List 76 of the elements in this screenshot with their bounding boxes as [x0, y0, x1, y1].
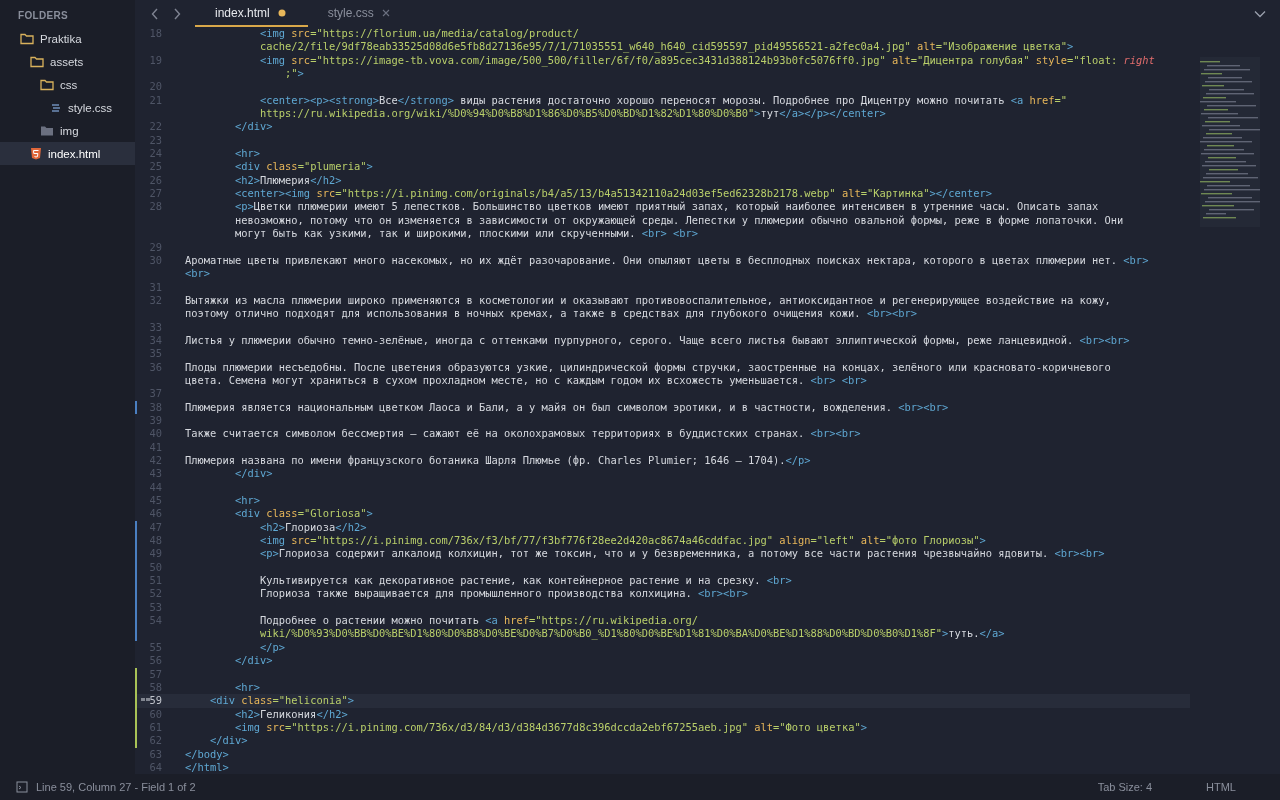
- code-line: цвета. Семена могут храниться в сухом прохладном месте, но с каждым годом их всхожесть уменьшается. <br> <br>: [185, 373, 867, 388]
- tree-label: css: [60, 78, 78, 91]
- code-line: </div>: [209, 734, 248, 748]
- code-line: Также считается символом бессмертия — сажают её на околохрамовых территориях в буддистских странах. <br><br>: [185, 427, 861, 441]
- file-tab[interactable]: style.css: [307, 0, 412, 27]
- code-line: Ароматные цветы привлекают много насекомых, но их ждёт разочарование. Они опыляют цветы в бесплодных поисках нектара, которого в цветах плюмерии нет. <br>: [185, 253, 1149, 268]
- folder-icon: [40, 124, 54, 137]
- code-line: https://ru.wikipedia.org/wiki/%D0%94%D0%B8%D1%86%D0%B5%D0%BD%D1%82%D1%80%D0%B0">тут</a></p></center>: [259, 107, 886, 121]
- cursor-position: Line 59, Column 27 - Field 1 of 2: [36, 781, 196, 793]
- code-line: <h2>Геликония</h2>: [234, 707, 348, 721]
- code-line: <center><p><strong>Все</strong> виды растения достаточно хорошо переносят морозы. Подробнее про Дицентру можно почитать <a href=": [259, 93, 1068, 108]
- code-line: Плоды плюмерии несъедобны. После цветения образуются узкие, цилиндрической формы стручки, заостренные на концах, зелёного или красновато-коричневого: [185, 360, 1111, 374]
- code-line: </div>: [234, 654, 273, 668]
- line-number: 59: [149, 694, 162, 708]
- folder-icon: [40, 78, 54, 91]
- code-line: </div>: [234, 120, 273, 134]
- back-icon[interactable]: [151, 7, 159, 20]
- tab-label: index.html: [215, 5, 270, 20]
- code-line: wiki/%D0%93%D0%BB%D0%BE%D1%80%D0%B8%D0%BE%D0%B7%D0%B0_%D1%80%D0%BE%D1%81%D0%BA%D0%BE%D1%88%D0%BD%D0%B0%D1%8F">туть.</a>: [259, 627, 1005, 641]
- code-line: </p>: [259, 640, 286, 655]
- tree-label: img: [60, 124, 79, 137]
- syntax-indicator[interactable]: HTML: [1206, 781, 1236, 793]
- code-line: <hr>: [234, 680, 261, 695]
- code-line: поэтому отлично подходят для использования в ночных кремах, а также в средствах для глубокого очищения кожи. <br><br>: [185, 307, 917, 321]
- code-line: <div class="plumeria">: [234, 160, 373, 174]
- file-tab[interactable]: index.html: [195, 0, 308, 27]
- tree-label: index.html: [48, 147, 101, 160]
- code-line: <h2>Плюмерия</h2>: [234, 173, 342, 188]
- code-line: <img src="https://image-tb.vova.com/image/500_500/filler/6f/f0/a895cec3431d388124b93b0fc5076ff0.jpg" alt="Дицентра голубая" style="float: right: [259, 53, 1155, 68]
- code-line: </html>: [185, 760, 229, 774]
- tree-label: Praktika: [40, 32, 82, 45]
- code-line: Глориоза также выращивается для промышленного производства колхицина. <br><br>: [259, 587, 748, 601]
- folder-icon: [30, 55, 44, 68]
- code-line: <hr>: [234, 147, 261, 161]
- chevron-down-icon[interactable]: [1254, 9, 1266, 18]
- code-line: <div class="Gloriosa">: [234, 507, 373, 521]
- code-line: <p>Глориоза содержит алкалоид колхицин, тот же токсин, что и у безвременника, а потому все части растения чрезвычайно ядовиты. <br><br>: [259, 547, 1105, 561]
- code-line: Подробнее о растении можно почитать <a href="https://ru.wikipedia.org/: [259, 614, 698, 628]
- code-line: ;">: [284, 67, 304, 81]
- stacked-lines-icon: [50, 101, 62, 114]
- folder-icon: [20, 32, 34, 45]
- code-line: <div class="heliconia">: [209, 694, 354, 708]
- code-line: Вытяжки из масла плюмерии широко применяются в косметологии и оказывают противовоспалительное, антиоксидантное и регенерирующее воздействие на кожу,: [185, 293, 1111, 308]
- sidebar-title: FOLDERS: [17, 10, 69, 23]
- code-line: cache/2/file/9df78eab33525d08d6e5fb8d27136e95/7/1/71035551_w640_h640_cid595597_pid49556521-a2fec0a4.jpg" alt="Изображение цветка">: [259, 40, 1074, 54]
- code-line: Плюмерия названа по имени французского ботаника Шарля Плюмье (фр. Charles Plumier; 1646 — 1704).</p>: [185, 454, 811, 468]
- forward-icon[interactable]: [173, 7, 181, 20]
- sidebar-item[interactable]: css: [0, 73, 135, 96]
- code-line: <img src="https://i.pinimg.com/736x/d3/84/d3/d384d3677d8c396dccda2ebf67255aeb.jpg" alt="Фото цветка">: [234, 720, 867, 735]
- shield-five-icon: [30, 147, 42, 160]
- tree-label: assets: [50, 55, 84, 68]
- code-line: <br>: [185, 267, 211, 281]
- tab-size-indicator[interactable]: Tab Size: 4: [1097, 781, 1153, 793]
- sidebar-item[interactable]: img: [0, 119, 135, 142]
- code-line: <p>Цветки плюмерии имеют 5 лепестков. Большинство цветков имеют приятный запах, который наиболее интенсивен в утренние часы. Описать запах: [234, 200, 1099, 214]
- code-line: невозможно, потому что он изменяется в зависимости от окружающей среды. Лепестки у плюмерии обычно овальной формы, реже в форме лопаточки. Они: [234, 213, 1124, 228]
- sidebar-item[interactable]: index.html: [0, 142, 135, 165]
- code-line: <hr>: [234, 494, 261, 508]
- panel-icon[interactable]: [16, 781, 28, 793]
- code-line: <center><img src="https://i.pinimg.com/originals/b4/a5/13/b4a51342110a24d03ef5ed62328b2178.webp" alt="Картинка"></center>: [234, 187, 993, 201]
- sidebar-item[interactable]: Praktika: [0, 27, 135, 50]
- code-line: <img src="https://florium.ua/media/catalog/product/: [259, 27, 580, 41]
- sidebar-item[interactable]: style.css: [0, 96, 135, 119]
- tab-label: style.css: [327, 5, 374, 20]
- code-line: могут быть как узкими, так и широкими, плоскими или скрученными. <br> <br>: [234, 227, 698, 241]
- minimap-drawing[interactable]: [1200, 57, 1260, 227]
- code-line: </body>: [185, 747, 229, 761]
- code-line: Культивируется как декоративное растение, как контейнерное растение и на срезку. <br>: [259, 574, 792, 588]
- tree-label: style.css: [68, 101, 113, 114]
- code-line: Плюмерия является национальным цветком Лаоса и Бали, а у майя он был символом эротики, и в частности, вожделения. <br><br>: [185, 400, 949, 414]
- sidebar-item[interactable]: assets: [0, 50, 135, 73]
- close-icon[interactable]: [381, 8, 390, 17]
- code-line: </div>: [234, 467, 273, 481]
- code-line: <h2>Глориоза</h2>: [259, 520, 367, 535]
- code-line: Листья у плюмерии обычно темно-зелёные, иногда с оттенками пурпурного, серого. Чаще всего листья бывают эллиптической формы, реже ланцевидной. <br><br>: [185, 333, 1130, 348]
- code-line: <img src="https://i.pinimg.com/736x/f3/bf/77/f3bf776f28ee2d420ac8674a46cddfac.jpg" align="left" alt="фото Глориозы">: [259, 534, 986, 548]
